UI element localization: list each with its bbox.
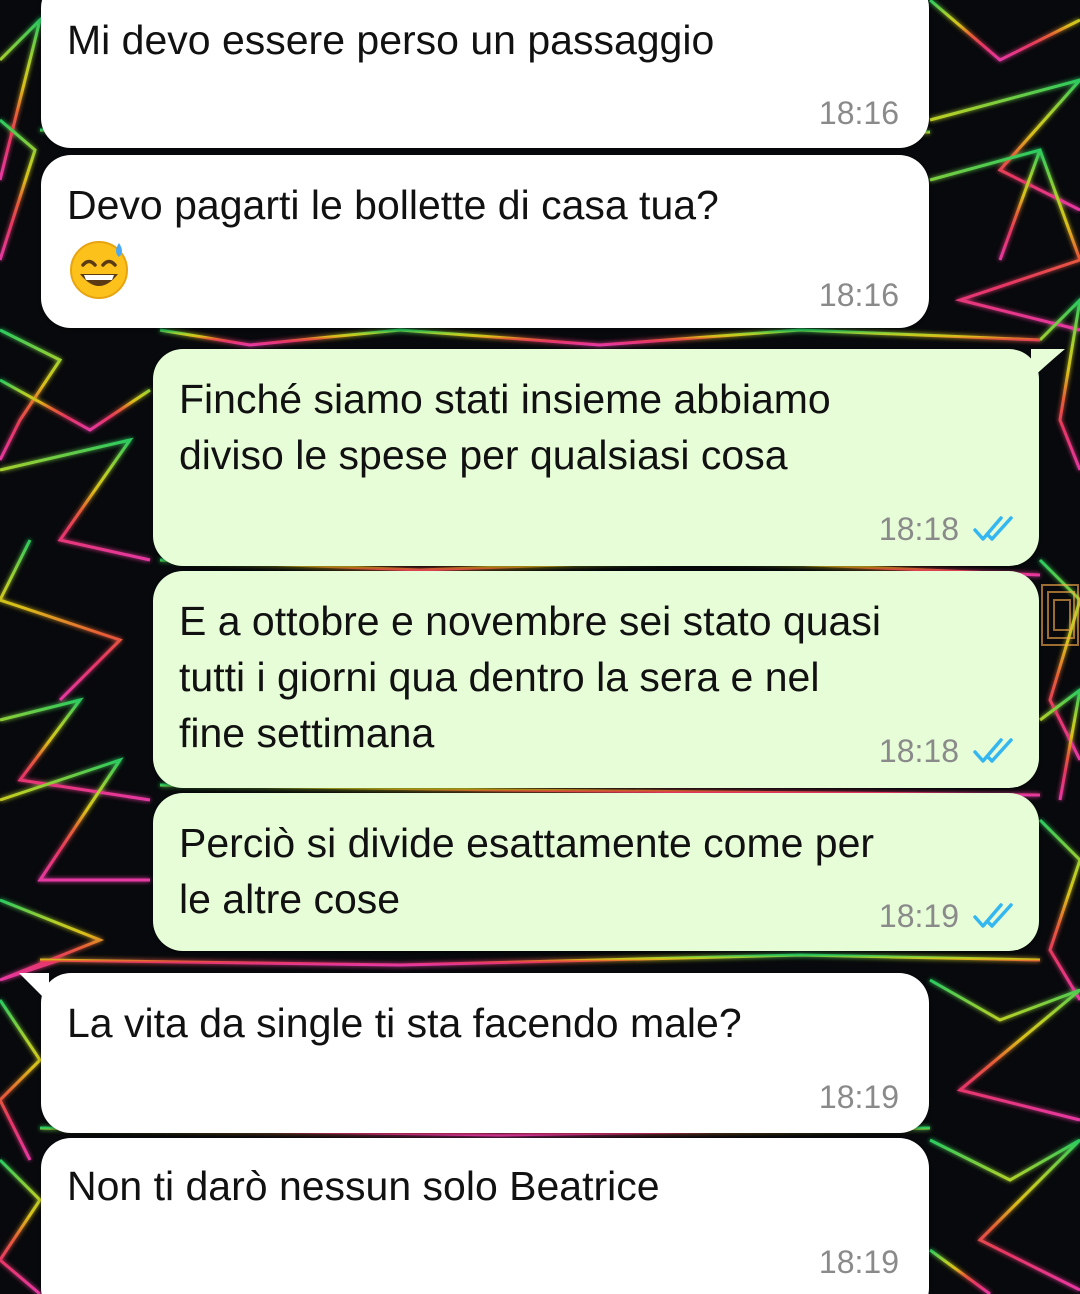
message-bubble-outgoing[interactable]: Perciò si divide esattamente come per le… [153,793,1039,951]
bubble-tail [19,973,49,1003]
message-text: Non ti darò nessun solo Beatrice [67,1163,660,1209]
message-text: Devo pagarti le bollette di casa tua? [67,182,719,228]
message-timestamp: 18:18 [878,733,959,769]
message-text: Finché siamo stati insieme abbiamo divis… [179,376,831,478]
bubble-tail [1031,349,1065,379]
double-check-icon [973,738,1013,763]
grinning-face-with-sweat-icon [70,241,128,299]
message-timestamp: 18:18 [878,511,959,547]
message-bubble-incoming[interactable]: Devo pagarti le bollette di casa tua? 18… [41,155,929,328]
message-timestamp: 18:16 [818,95,899,131]
message-timestamp: 18:19 [878,898,959,934]
message-text: La vita da single ti sta facendo male? [67,1000,742,1046]
chat-view[interactable]: Mi devo essere perso un passaggio 18:16 … [0,0,1080,1294]
message-bubble-incoming[interactable]: Mi devo essere perso un passaggio 18:16 [41,0,929,148]
message-text: Mi devo essere perso un passaggio [67,17,715,63]
double-check-icon [973,903,1013,928]
message-bubble-incoming[interactable]: La vita da single ti sta facendo male? 1… [19,973,929,1133]
double-check-icon [973,516,1013,541]
message-timestamp: 18:19 [818,1244,899,1280]
message-bubble-outgoing[interactable]: Finché siamo stati insieme abbiamo divis… [153,349,1065,566]
message-timestamp: 18:16 [818,277,899,313]
message-timestamp: 18:19 [818,1079,899,1115]
message-bubble-incoming[interactable]: Non ti darò nessun solo Beatrice 18:19 [41,1138,929,1294]
message-bubble-outgoing[interactable]: E a ottobre e novembre sei stato quasi t… [153,571,1039,788]
